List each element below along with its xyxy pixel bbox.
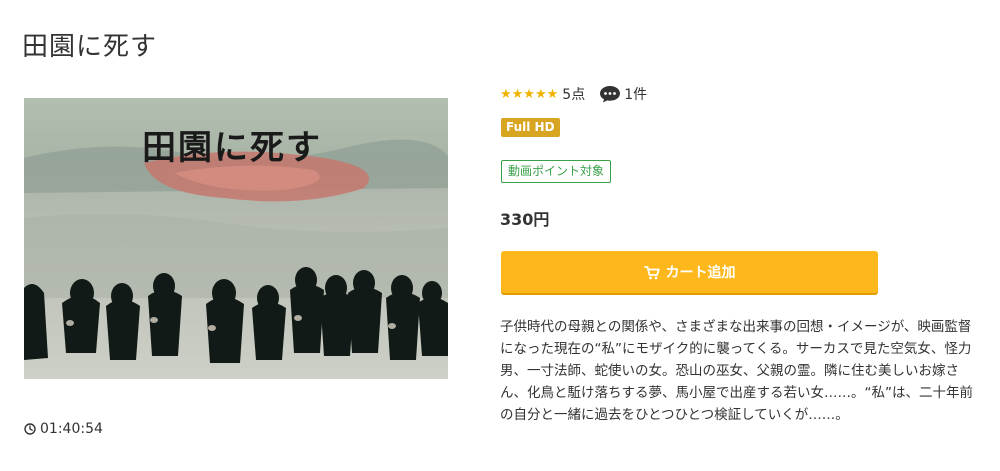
movie-poster[interactable]: 田園に死す [24, 98, 448, 379]
page-title: 田園に死す [22, 32, 158, 62]
video-point-badge: 動画ポイント対象 [501, 160, 612, 183]
star-rating: ★★★★★ [500, 86, 559, 102]
add-to-cart-label: カート追加 [665, 265, 736, 281]
price: 330円 [500, 210, 550, 229]
rating-row: ★★★★★ 5点 1件 [500, 84, 647, 104]
clock-icon [24, 423, 36, 435]
add-to-cart-button[interactable]: カート追加 [501, 251, 878, 293]
duration: 01:40:54 [24, 421, 103, 437]
rating-score: 5点 [562, 87, 586, 103]
movie-description: 子供時代の母親との関係や、さまざまな出来事の回想・イメージが、映画監督になった現… [500, 319, 973, 423]
review-count[interactable]: 1件 [624, 84, 647, 104]
full-hd-badge: Full HD [501, 118, 560, 137]
poster-title-text: 田園に死す [142, 128, 322, 168]
cart-icon [643, 265, 660, 279]
duration-text: 01:40:54 [40, 421, 103, 437]
speech-bubble-icon[interactable] [599, 85, 621, 103]
